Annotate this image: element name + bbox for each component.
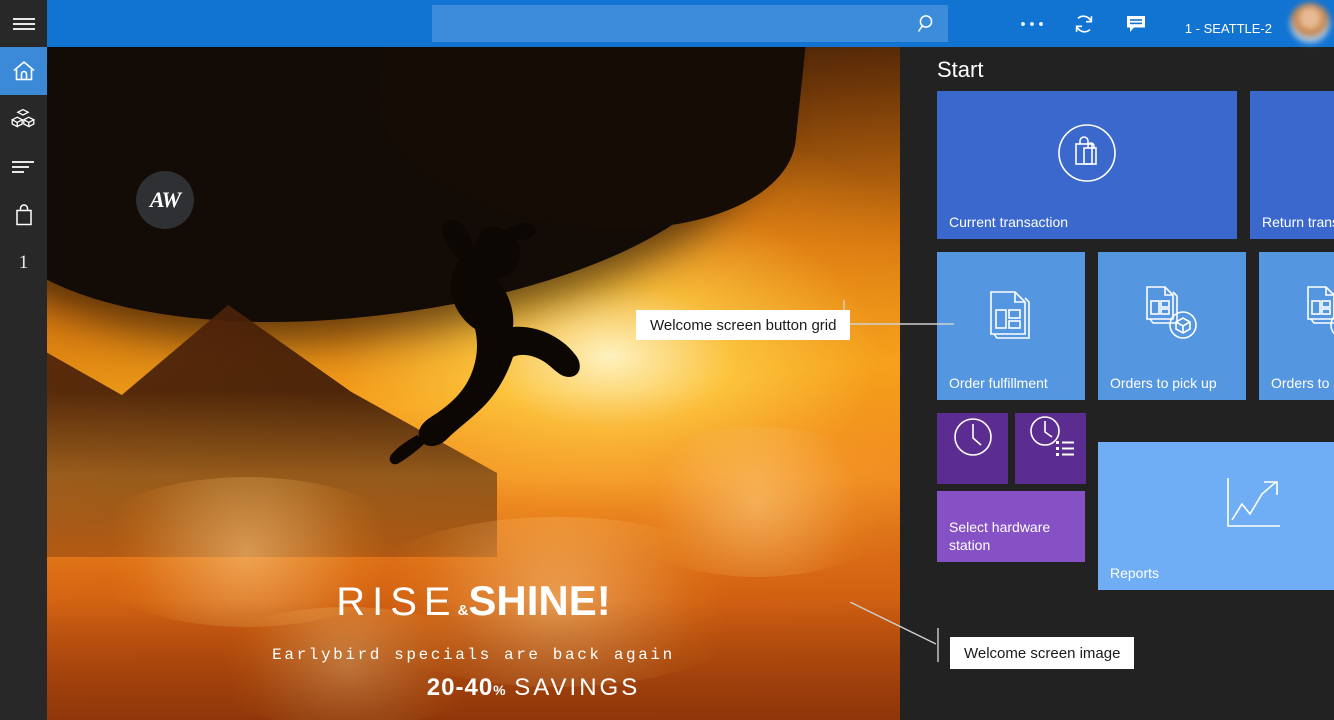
document-stack-box-icon [1098,252,1246,376]
search-input[interactable] [432,5,908,42]
tile-orders-to-pick-up[interactable]: Orders to pick up [1098,252,1246,400]
callout-welcome-screen-image: Welcome screen image [950,637,1134,669]
user-name [1147,5,1272,18]
search-bar[interactable] [432,5,948,42]
climber-silhouette [387,217,617,467]
list-lines-icon [12,160,36,174]
tile-return-transaction[interactable]: Return transaction [1250,91,1334,239]
start-panel: Start Current transaction Return transac… [900,47,1334,720]
top-bar-actions [1017,0,1151,47]
clock-icon [937,413,1008,460]
callout-leader-button-grid [838,300,958,340]
hamburger-icon [13,17,35,31]
sidebar-item-home[interactable] [0,47,47,95]
left-navigation-rail: 1 [0,0,47,720]
home-icon [11,59,37,83]
tile-show-journal[interactable] [937,413,1008,484]
store-logo: AW [136,171,194,229]
cloud-puff [607,427,900,577]
tile-orders-to-ship[interactable]: Orders to ship [1259,252,1334,400]
callout-leader-welcome-image [850,602,960,662]
tile-label: Current transaction [949,213,1231,231]
cubes-icon [11,108,37,130]
tile-label: Order fulfillment [949,374,1079,392]
tile-reports[interactable]: Reports [1098,442,1334,590]
sidebar-item-tasks[interactable] [0,143,47,191]
callout-label: Welcome screen image [964,645,1120,662]
tile-current-transaction[interactable]: Current transaction [937,91,1237,239]
shopping-bag-circle-icon [937,91,1237,215]
sidebar-item-products[interactable] [0,95,47,143]
chart-up-icon [1098,442,1334,566]
sidebar-item-cart[interactable] [0,191,47,239]
search-icon[interactable] [912,10,942,38]
shopping-bag-icon [13,203,35,227]
user-store-label: 1 - SEATTLE-2 [1147,21,1272,36]
tile-label: Orders to pick up [1110,374,1240,392]
top-app-bar: 1 - SEATTLE-2 [47,0,1334,47]
tile-label: Return transaction [1262,213,1334,231]
image-bottom-shade [47,600,900,720]
welcome-screen-image: AW RISE&SHINE! Earlybird specials are ba… [47,47,900,720]
tile-label: Reports [1110,564,1334,582]
tile-label: Orders to ship [1271,374,1334,392]
document-stack-ship-icon [1259,252,1334,376]
avatar[interactable] [1290,3,1330,43]
callout-label: Welcome screen button grid [650,317,836,334]
tile-label: Select hardware station [949,518,1079,554]
tile-order-fulfillment[interactable]: Order fulfillment [937,252,1085,400]
sync-button[interactable] [1069,9,1099,39]
clock-list-icon [1015,413,1086,460]
sidebar-counter[interactable]: 1 [0,239,47,287]
page-title: Start [937,57,983,83]
hamburger-menu-button[interactable] [0,0,47,47]
shopping-bag-return-icon [1250,91,1334,215]
tile-select-hardware-station[interactable]: Select hardware station [937,491,1085,562]
pos-welcome-screen: 1 [0,0,1334,720]
user-info[interactable]: 1 - SEATTLE-2 [1147,3,1282,36]
callout-welcome-screen-button-grid: Welcome screen button grid [636,310,850,340]
more-options-button[interactable] [1017,9,1047,39]
tile-time-clock-entries[interactable] [1015,413,1086,484]
document-stack-icon [937,252,1085,376]
